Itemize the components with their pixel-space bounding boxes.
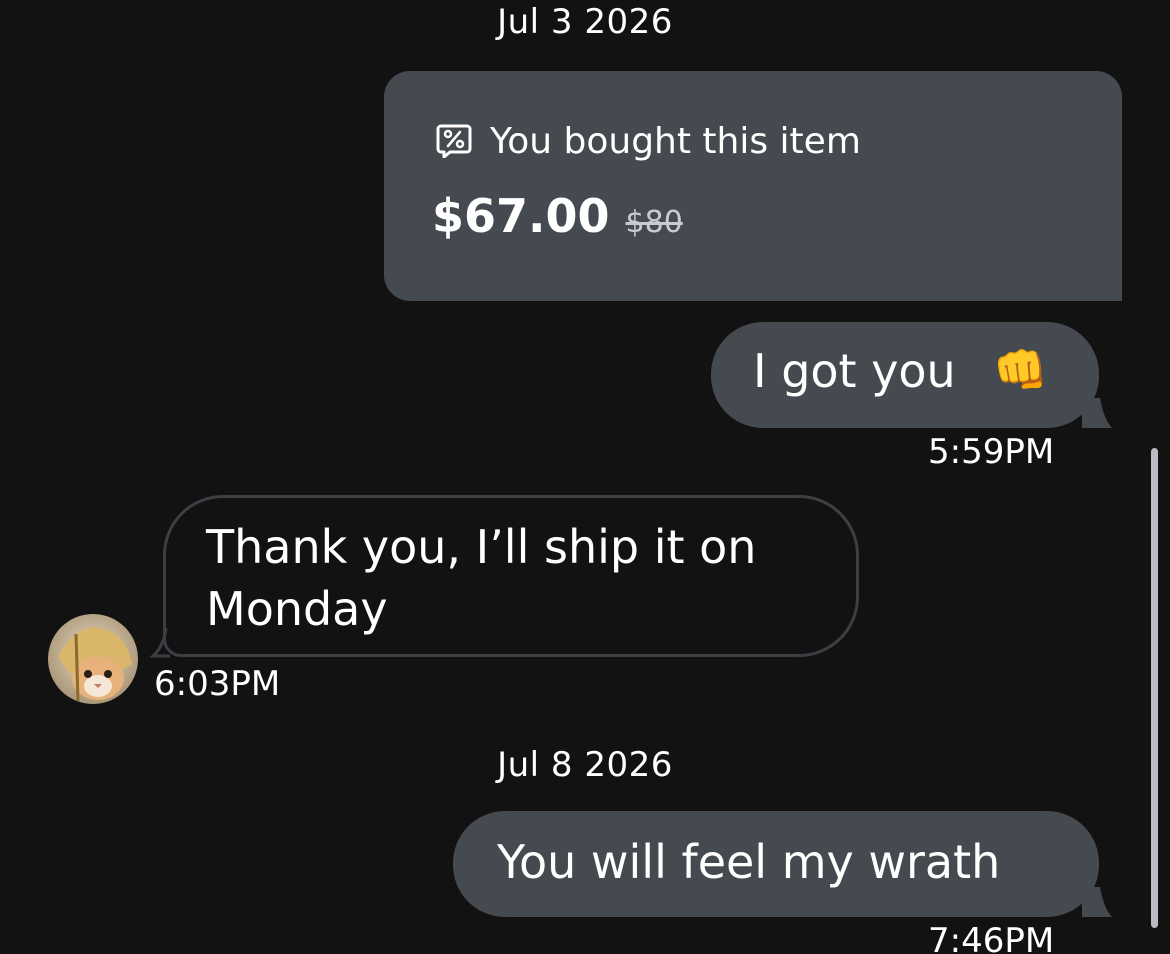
purchase-label: You bought this item <box>490 121 861 162</box>
purchase-row: You bought this item <box>436 121 861 162</box>
bubble-tail <box>150 628 170 658</box>
discount-tag-icon <box>436 122 472 162</box>
date-separator: Jul 8 2026 <box>497 745 673 785</box>
chat-screen: Jul 3 2026 You bought this item $67.00 $… <box>0 0 1170 954</box>
sale-price: $67.00 <box>432 189 610 243</box>
message-text: I got you <box>753 344 956 398</box>
message-text: You will feel my wrath <box>497 835 1001 889</box>
incoming-message[interactable]: Thank you, I’ll ship it on Monday <box>163 495 859 657</box>
date-separator: Jul 3 2026 <box>497 2 673 42</box>
original-price: $80 <box>625 205 683 240</box>
bubble-tail <box>1082 887 1112 917</box>
purchase-card[interactable]: You bought this item $67.00 $80 <box>384 71 1122 301</box>
message-timestamp: 7:46PM <box>928 921 1055 954</box>
scrollbar[interactable] <box>1151 448 1158 928</box>
price-row: $67.00 $80 <box>432 189 683 243</box>
bubble-tail <box>1082 398 1112 428</box>
message-timestamp: 5:59PM <box>928 432 1055 472</box>
cat-avatar[interactable] <box>48 614 138 704</box>
fist-emoji-icon: 👊 <box>993 345 1048 396</box>
outgoing-message[interactable]: I got you 👊 <box>711 322 1099 428</box>
message-timestamp: 6:03PM <box>154 664 281 704</box>
message-text: Thank you, I’ll ship it on Monday <box>206 520 757 636</box>
outgoing-message[interactable]: You will feel my wrath <box>453 811 1099 917</box>
